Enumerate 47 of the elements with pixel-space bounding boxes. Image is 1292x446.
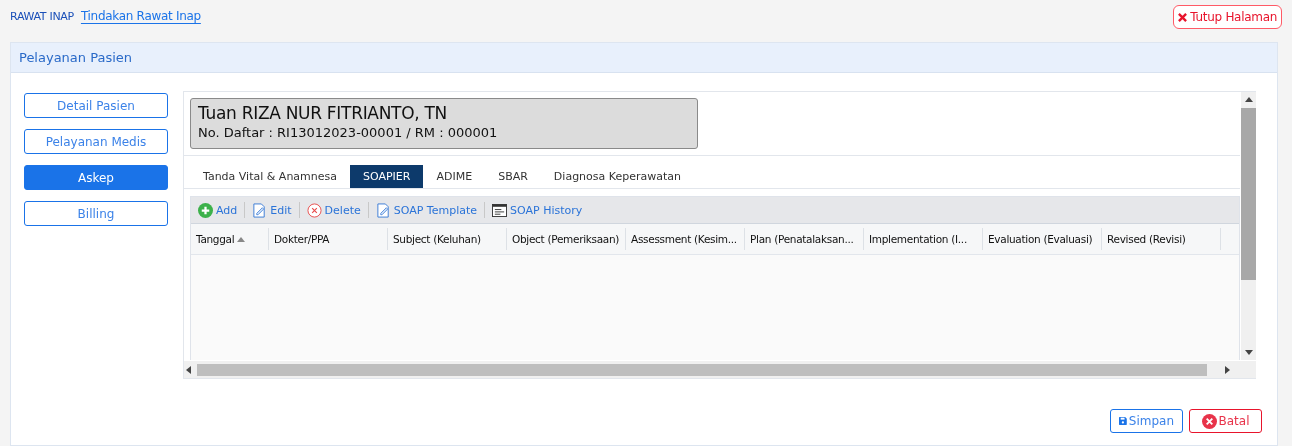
sidebar-item[interactable]: Pelayanan Medis bbox=[24, 129, 168, 154]
column-header[interactable]: Tanggal bbox=[191, 228, 269, 250]
panel-title: Pelayanan Pasien bbox=[19, 50, 133, 65]
column-header[interactable]: Assessment (Kesim... bbox=[626, 228, 745, 250]
toolbar-button[interactable]: Add bbox=[196, 202, 240, 218]
cancel-button[interactable]: Batal bbox=[1189, 409, 1262, 433]
column-header[interactable]: Implementation (I... bbox=[864, 228, 983, 250]
close-circle-icon bbox=[1201, 413, 1217, 429]
toolbar-button[interactable]: Edit bbox=[250, 202, 294, 218]
document-pencil-icon bbox=[252, 202, 268, 218]
scroll-left-icon[interactable] bbox=[186, 365, 191, 374]
tab[interactable]: ADIME bbox=[423, 165, 486, 188]
column-header[interactable]: Subject (Keluhan) bbox=[388, 228, 507, 250]
scrollbar-thumb[interactable] bbox=[1241, 108, 1256, 280]
document-pencil-icon bbox=[375, 202, 391, 218]
tab[interactable]: Diagnosa Keperawatan bbox=[540, 165, 694, 188]
scroll-up-icon[interactable] bbox=[1244, 97, 1253, 102]
sort-ascending-icon bbox=[237, 236, 246, 242]
tab[interactable]: SOAPIER bbox=[350, 165, 424, 188]
registration-info: No. Daftar : RI13012023-00001 / RM : 000001 bbox=[198, 125, 499, 140]
tab[interactable]: SBAR bbox=[485, 165, 541, 188]
toolbar-button[interactable]: SOAP Template bbox=[373, 202, 480, 218]
sidebar-item[interactable]: Detail Pasien bbox=[24, 93, 168, 118]
column-header[interactable]: Object (Pemeriksaan) bbox=[507, 228, 626, 250]
column-header[interactable]: Revised (Revisi) bbox=[1102, 228, 1221, 250]
tab[interactable]: Tanda Vital & Anamnesa bbox=[190, 165, 350, 188]
scroll-right-icon[interactable] bbox=[1225, 365, 1230, 374]
plus-icon bbox=[198, 202, 213, 218]
toolbar-button[interactable]: Delete bbox=[304, 202, 363, 218]
close-page-button[interactable]: Tutup Halaman bbox=[1173, 5, 1282, 29]
breadcrumb-link[interactable]: Tindakan Rawat Inap bbox=[80, 9, 201, 23]
close-icon bbox=[1178, 12, 1188, 22]
patient-name: Tuan RIZA NUR FITRIANTO, TN bbox=[198, 103, 448, 123]
horizontal-scrollbar[interactable] bbox=[184, 361, 1256, 378]
sidebar-item[interactable]: Askep bbox=[24, 165, 168, 190]
sidebar-item[interactable]: Billing bbox=[24, 201, 168, 226]
column-header[interactable]: Evaluation (Evaluasi) bbox=[983, 228, 1102, 250]
vertical-scrollbar[interactable] bbox=[1241, 92, 1256, 360]
column-header[interactable]: Plan (Penatalaksan... bbox=[745, 228, 864, 250]
column-header[interactable]: Dokter/PPA bbox=[269, 228, 388, 250]
toolbar-button[interactable]: SOAP History bbox=[490, 203, 585, 217]
breadcrumb-link[interactable]: RAWAT INAP bbox=[10, 10, 74, 23]
scroll-down-icon[interactable] bbox=[1244, 350, 1253, 355]
list-icon bbox=[492, 203, 508, 217]
save-button[interactable]: Simpan bbox=[1110, 409, 1183, 433]
delete-icon bbox=[306, 202, 322, 218]
scrollbar-thumb[interactable] bbox=[197, 363, 1207, 376]
